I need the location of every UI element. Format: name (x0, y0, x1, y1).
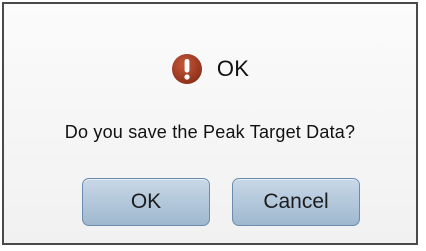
dialog-message: Do you save the Peak Target Data? (64, 122, 356, 142)
dialog-title: OK (216, 56, 250, 81)
ok-button[interactable]: OK (82, 178, 210, 226)
confirm-dialog: OK Do you save the Peak Target Data? OK … (2, 2, 418, 245)
exclamation-icon (171, 54, 202, 84)
cancel-button[interactable]: Cancel (232, 178, 360, 226)
dialog-header: OK (4, 51, 416, 87)
